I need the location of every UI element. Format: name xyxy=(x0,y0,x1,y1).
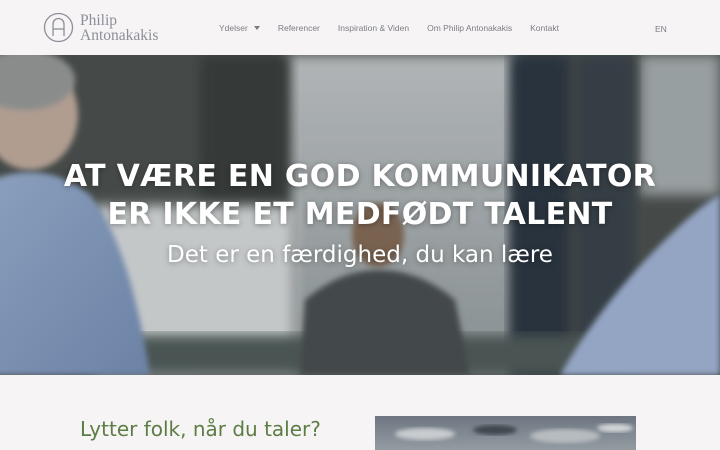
site-header: Philip Antonakakis Ydelser Referencer In… xyxy=(0,0,720,55)
language-switch[interactable]: EN xyxy=(655,24,667,34)
nav-item-label: Ydelser xyxy=(219,22,248,33)
nav-item-label: Inspiration & Viden xyxy=(337,22,410,33)
section-image xyxy=(375,416,636,450)
nav-item-label: Om Philip Antonakakis xyxy=(427,22,513,33)
hero-title-line-1: AT VÆRE EN GOD KOMMUNIKATOR xyxy=(63,159,657,194)
nav-item-label: Referencer xyxy=(277,22,320,33)
logo-line-1: Philip xyxy=(80,11,118,29)
nav-item-label: Kontakt xyxy=(530,22,559,33)
main-nav: Ydelser Referencer Inspiration & Viden O… xyxy=(219,0,577,55)
hero-title-line-2: ER IKKE ET MEDFØDT TALENT xyxy=(107,197,613,232)
chevron-down-icon xyxy=(253,25,260,30)
nav-item-referencer[interactable]: Referencer xyxy=(278,23,320,33)
hero-subtitle: Det er en færdighed, du kan lære xyxy=(167,242,553,268)
pa-monogram-icon xyxy=(43,12,74,43)
nav-item-kontakt[interactable]: Kontakt xyxy=(530,23,559,33)
nav-item-inspiration[interactable]: Inspiration & Viden xyxy=(338,23,409,33)
logo-wordmark: Philip Antonakakis xyxy=(80,11,159,44)
intro-section: Lytter folk, når du taler? xyxy=(0,375,720,450)
hero-banner: AT VÆRE EN GOD KOMMUNIKATOR ER IKKE ET M… xyxy=(0,55,720,375)
nav-item-om[interactable]: Om Philip Antonakakis xyxy=(427,23,512,33)
section-heading: Lytter folk, når du taler? xyxy=(80,417,321,441)
logo-line-2: Antonakakis xyxy=(80,26,159,44)
nav-item-ydelser[interactable]: Ydelser xyxy=(219,23,260,33)
site-logo[interactable]: Philip Antonakakis xyxy=(43,12,158,43)
